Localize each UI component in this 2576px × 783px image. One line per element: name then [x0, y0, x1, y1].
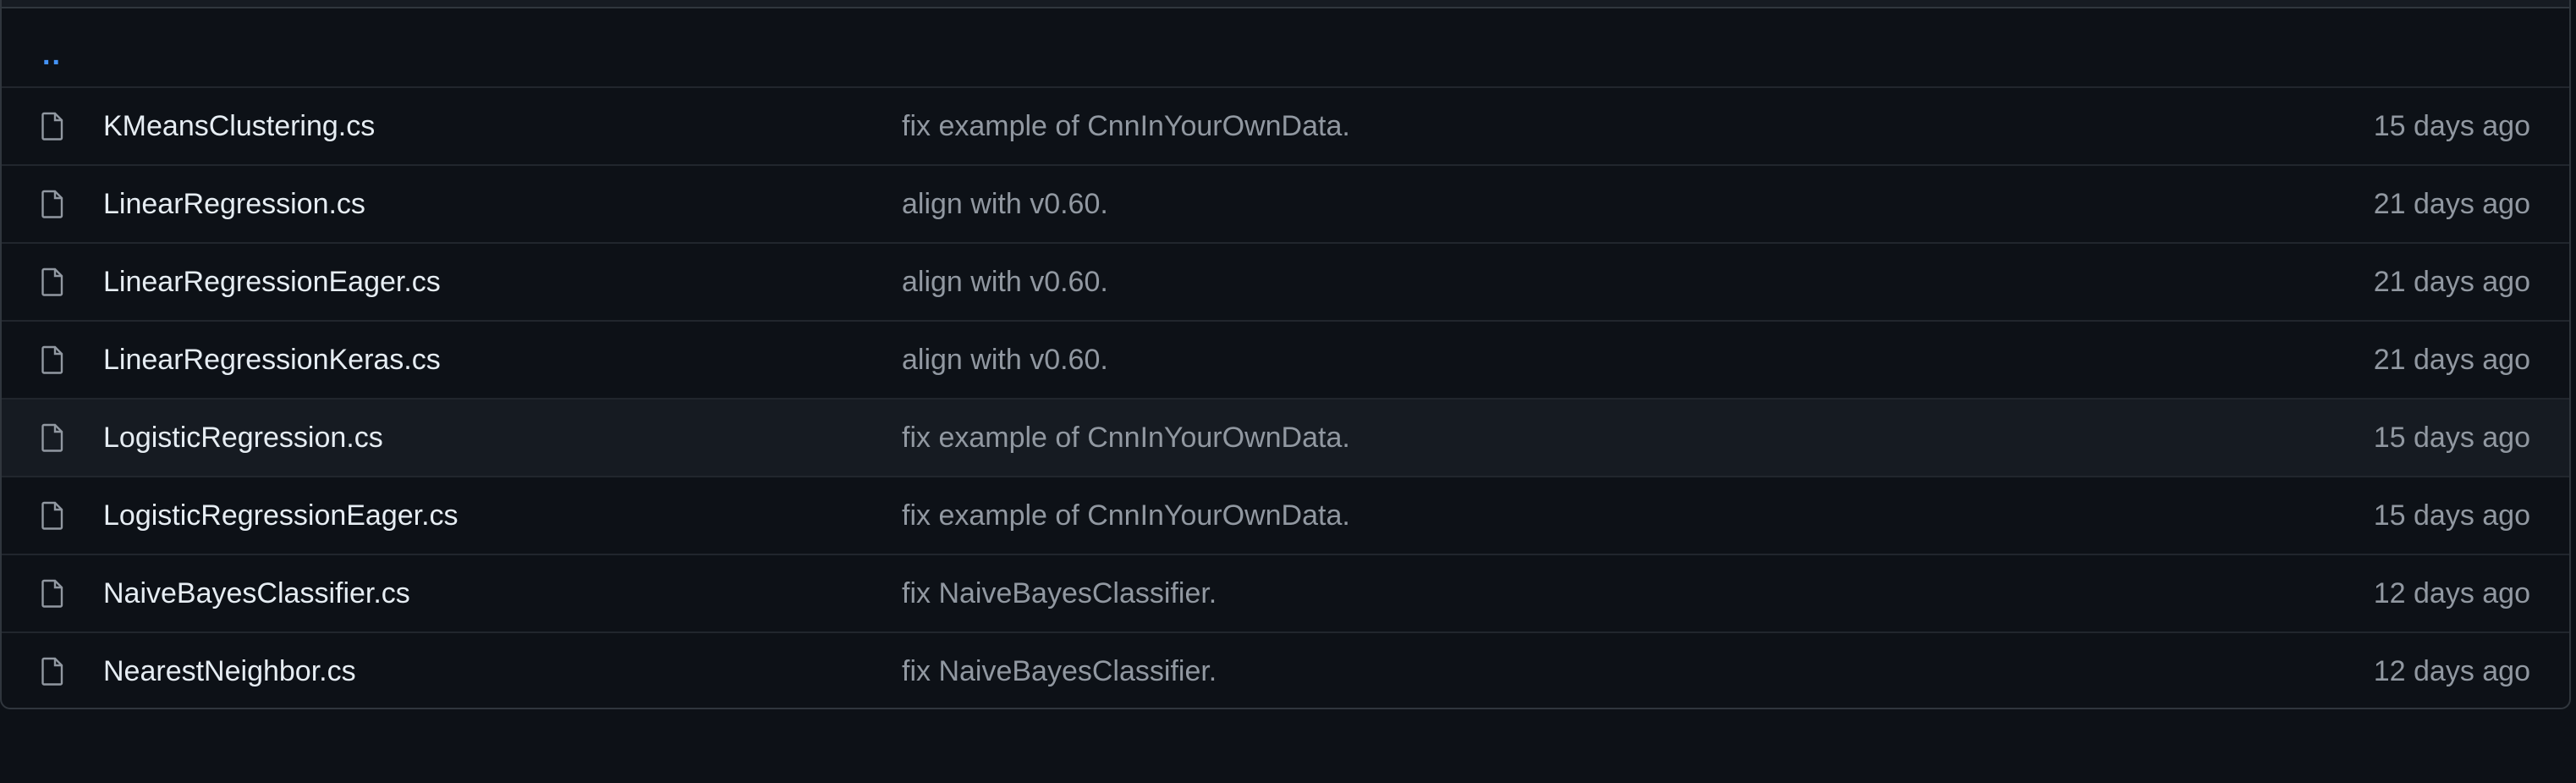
- file-name[interactable]: LinearRegressionEager.cs: [103, 266, 441, 299]
- file-icon: [41, 657, 63, 686]
- file-icon: [41, 501, 63, 530]
- file-icon: [41, 190, 63, 218]
- file-row-0[interactable]: KMeansClustering.cs fix example of CnnIn…: [2, 86, 2569, 164]
- commit-message[interactable]: align with v0.60.: [902, 266, 1108, 299]
- file-list-header-edge: [2, 0, 2569, 8]
- commit-message[interactable]: fix example of CnnInYourOwnData.: [902, 422, 1350, 455]
- file-icon: [41, 267, 63, 296]
- file-icon: [41, 345, 63, 374]
- file-list: .. KMeansClustering.cs fix example of Cn…: [0, 0, 2571, 709]
- file-name[interactable]: LogisticRegression.cs: [103, 422, 383, 455]
- file-name[interactable]: LinearRegressionKeras.cs: [103, 344, 441, 377]
- file-row-6[interactable]: NaiveBayesClassifier.cs fix NaiveBayesCl…: [2, 554, 2569, 631]
- file-row-1[interactable]: LinearRegression.cs align with v0.60. 21…: [2, 164, 2569, 242]
- commit-age: 12 days ago: [2373, 654, 2530, 687]
- file-row-3[interactable]: LinearRegressionKeras.cs align with v0.6…: [2, 320, 2569, 398]
- commit-message[interactable]: fix NaiveBayesClassifier.: [902, 655, 1217, 688]
- file-row-2[interactable]: LinearRegressionEager.cs align with v0.6…: [2, 242, 2569, 320]
- file-icon: [41, 112, 63, 141]
- file-name[interactable]: NearestNeighbor.cs: [103, 655, 356, 688]
- commit-age: 21 days ago: [2373, 343, 2530, 376]
- file-name[interactable]: LinearRegression.cs: [103, 188, 365, 221]
- commit-message[interactable]: fix example of CnnInYourOwnData.: [902, 110, 1350, 143]
- file-name[interactable]: LogisticRegressionEager.cs: [103, 499, 459, 532]
- file-name[interactable]: NaiveBayesClassifier.cs: [103, 577, 410, 610]
- parent-directory-row[interactable]: ..: [2, 8, 2569, 86]
- file-row-4[interactable]: LogisticRegression.cs fix example of Cnn…: [2, 398, 2569, 476]
- file-icon: [41, 423, 63, 452]
- commit-age: 21 days ago: [2373, 265, 2530, 298]
- file-icon: [41, 579, 63, 608]
- commit-age: 12 days ago: [2373, 576, 2530, 609]
- file-row-5[interactable]: LogisticRegressionEager.cs fix example o…: [2, 476, 2569, 554]
- commit-age: 15 days ago: [2373, 421, 2530, 454]
- commit-message[interactable]: fix example of CnnInYourOwnData.: [902, 499, 1350, 532]
- parent-directory-link[interactable]: ..: [42, 39, 62, 72]
- commit-message[interactable]: align with v0.60.: [902, 188, 1108, 221]
- commit-age: 15 days ago: [2373, 499, 2530, 532]
- commit-age: 21 days ago: [2373, 187, 2530, 220]
- commit-message[interactable]: align with v0.60.: [902, 344, 1108, 377]
- commit-age: 15 days ago: [2373, 109, 2530, 142]
- file-row-7[interactable]: NearestNeighbor.cs fix NaiveBayesClassif…: [2, 631, 2569, 708]
- commit-message[interactable]: fix NaiveBayesClassifier.: [902, 577, 1217, 610]
- file-name[interactable]: KMeansClustering.cs: [103, 110, 375, 143]
